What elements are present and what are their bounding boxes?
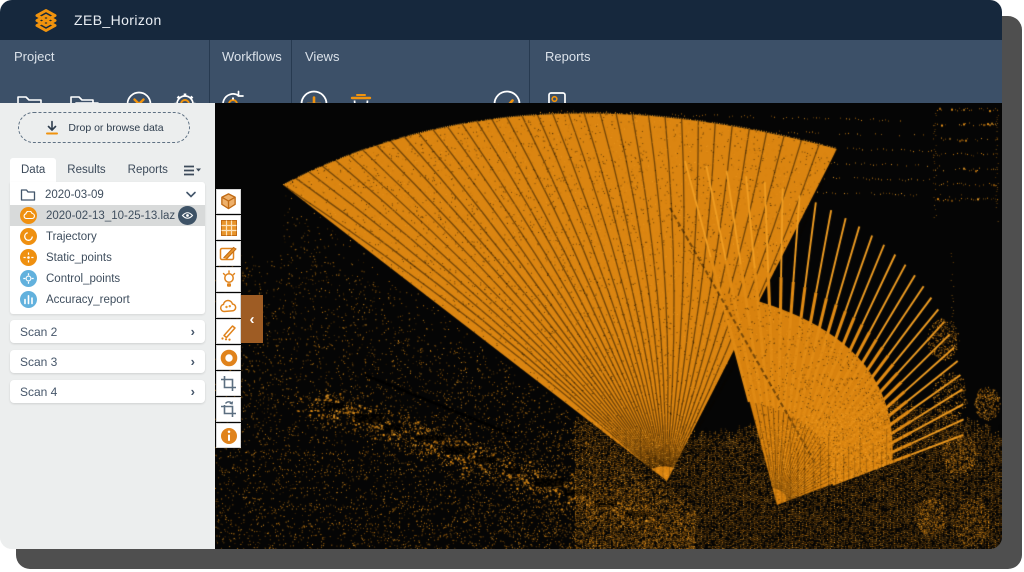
panel-collapse-tab[interactable]: ‹: [241, 295, 263, 343]
tree-item-label: 2020-03-09: [45, 189, 185, 201]
grid-icon: [220, 219, 238, 237]
chevron-right-icon: ›: [191, 324, 195, 339]
crop-rotate-icon: [220, 401, 237, 418]
tree-item-label: 2020-02-13_10-25-13.laz: [46, 210, 178, 222]
data-tree-panel: 2020-03-09 2020-02-13_10-25-13.laz: [10, 182, 205, 314]
chevron-right-icon: ›: [191, 384, 195, 399]
chevron-right-icon: ›: [191, 354, 195, 369]
tool-crop[interactable]: [216, 371, 241, 396]
section-label-reports: Reports: [545, 49, 591, 64]
measure-pen-icon: [219, 323, 238, 341]
toolbar-divider: [291, 40, 292, 103]
static-points-icon: [20, 249, 37, 266]
tab-results[interactable]: Results: [56, 158, 116, 182]
cloud-icon: [219, 298, 238, 314]
donut-icon: [220, 349, 238, 367]
tree-item-label: Static_points: [46, 252, 197, 264]
tree-item-control-points[interactable]: Control_points: [10, 268, 205, 289]
control-points-icon: [20, 270, 37, 287]
tool-lighting[interactable]: [216, 267, 241, 292]
app-title: ZEB_Horizon: [74, 0, 162, 40]
chevron-down-icon[interactable]: [185, 191, 197, 199]
point-cloud-canvas[interactable]: [215, 103, 1002, 549]
viewport-3d: ‹: [215, 103, 1002, 549]
tree-item-label: Trajectory: [46, 231, 197, 243]
tool-cloud-classify[interactable]: [216, 293, 241, 318]
section-label-views: Views: [305, 49, 339, 64]
toolbar-divider: [529, 40, 530, 103]
tab-data[interactable]: Data: [10, 158, 56, 182]
sidebar-tabs: Data Results Reports: [10, 157, 201, 182]
section-label-project: Project: [14, 49, 54, 64]
tree-item-static-points[interactable]: Static_points: [10, 247, 205, 268]
tool-measure[interactable]: [216, 319, 241, 344]
visibility-eye-icon[interactable]: [178, 206, 197, 225]
scan-label: Scan 3: [20, 355, 191, 369]
section-label-workflows: Workflows: [222, 49, 282, 64]
folder-icon: [20, 188, 36, 202]
lightbulb-icon: [221, 270, 237, 289]
scan-card-4[interactable]: Scan 4 ›: [10, 380, 205, 403]
drop-or-browse-button[interactable]: Drop or browse data: [18, 112, 190, 143]
tree-item-scan-file[interactable]: 2020-02-13_10-25-13.laz: [10, 205, 205, 226]
tree-item-label: Accuracy_report: [46, 294, 197, 306]
drop-button-label: Drop or browse data: [68, 122, 163, 134]
toolbar-divider: [209, 40, 210, 103]
trajectory-icon: [20, 228, 37, 245]
tree-item-accuracy-report[interactable]: Accuracy_report: [10, 289, 205, 310]
tool-paint-select[interactable]: [216, 241, 241, 266]
tab-reports[interactable]: Reports: [117, 158, 179, 182]
tree-item-label: Control_points: [46, 273, 197, 285]
tool-grid[interactable]: [216, 215, 241, 240]
accuracy-report-icon: [20, 291, 37, 308]
tool-palette: [216, 189, 241, 448]
scan-card-3[interactable]: Scan 3 ›: [10, 350, 205, 373]
title-bar: ZEB_Horizon: [0, 0, 1002, 40]
tree-item-trajectory[interactable]: Trajectory: [10, 226, 205, 247]
crop-icon: [220, 375, 237, 392]
scan-label: Scan 4: [20, 385, 191, 399]
point-cloud-icon: [20, 207, 37, 224]
app-logo-icon: [32, 6, 60, 34]
tool-3d-cube[interactable]: [216, 189, 241, 214]
ribbon-toolbar: Project Workflows Views Reports: [0, 40, 1002, 103]
scan-card-2[interactable]: Scan 2 ›: [10, 320, 205, 343]
scan-label: Scan 2: [20, 325, 191, 339]
tool-info[interactable]: [216, 423, 241, 448]
tool-crop-rotate[interactable]: [216, 397, 241, 422]
data-sidebar: Drop or browse data Data Results Reports…: [0, 103, 215, 549]
info-icon: [220, 427, 238, 445]
chevron-left-icon: ‹: [250, 312, 255, 327]
app-window: ZEB_Horizon Project Workflows Views Repo…: [0, 0, 1002, 549]
paint-brush-icon: [219, 245, 238, 262]
download-icon: [44, 120, 60, 136]
tool-slice-donut[interactable]: [216, 345, 241, 370]
list-menu-icon[interactable]: [183, 164, 201, 178]
tree-item-folder[interactable]: 2020-03-09: [10, 184, 205, 205]
cube-icon: [219, 192, 238, 211]
